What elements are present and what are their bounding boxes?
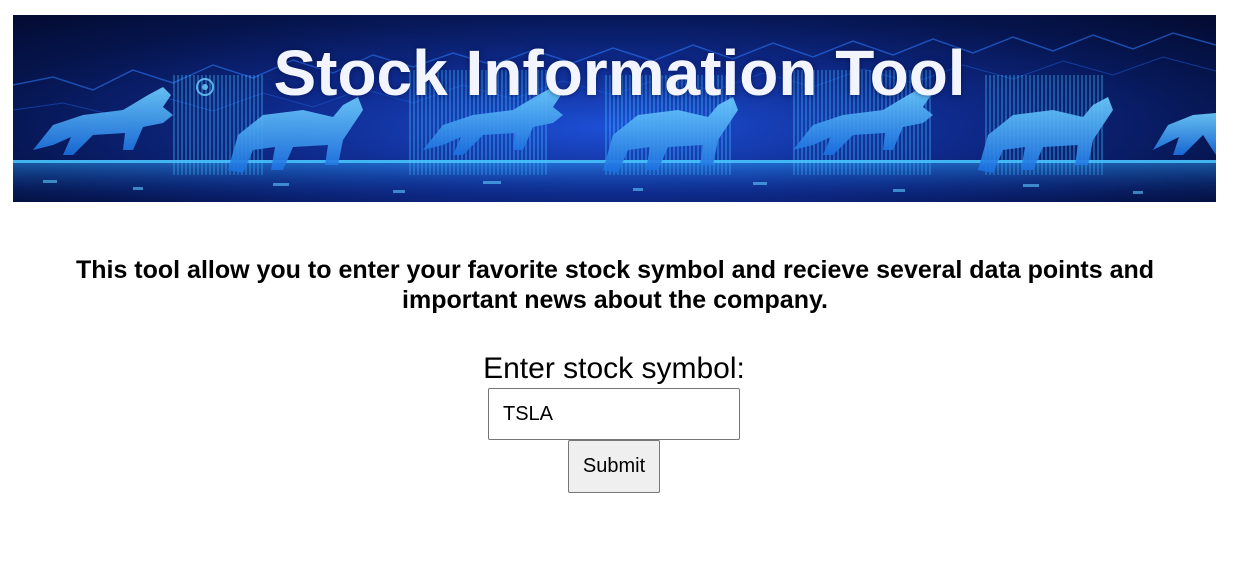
page: Stock Information Tool This tool allow y… [0,0,1245,574]
header-banner: Stock Information Tool [13,15,1216,202]
submit-button[interactable]: Submit [568,440,660,493]
banner-title: Stock Information Tool [273,37,966,109]
stock-symbol-input[interactable] [488,388,740,440]
stock-symbol-label: Enter stock symbol: [483,352,745,385]
tool-description: This tool allow you to enter your favori… [75,256,1155,314]
